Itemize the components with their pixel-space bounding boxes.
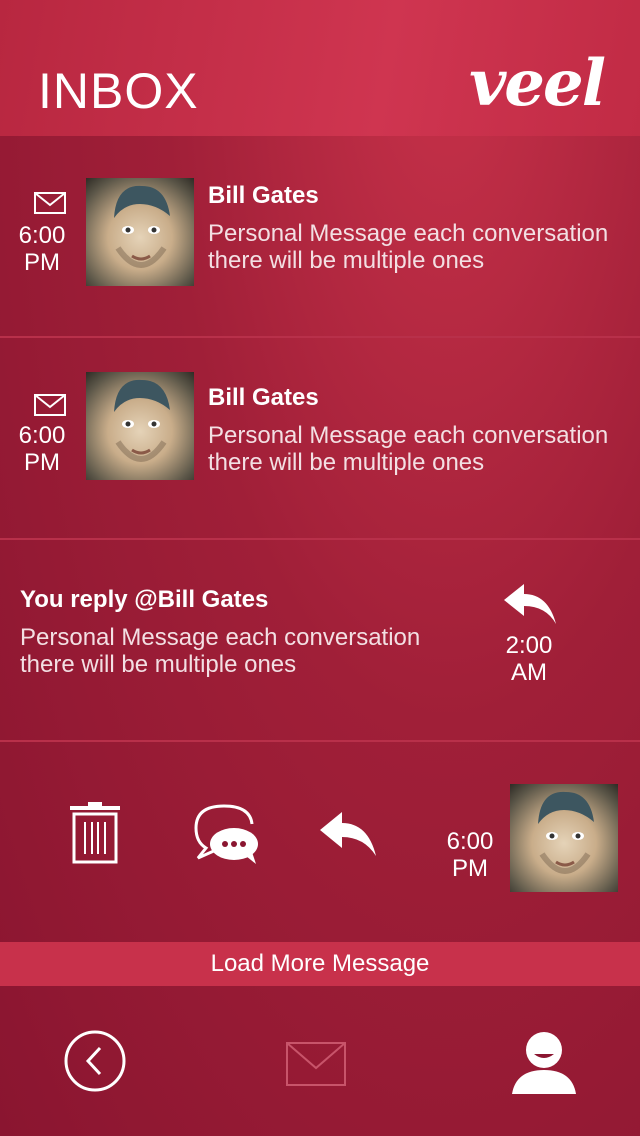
envelope-icon: [34, 192, 66, 214]
reply-icon: [504, 584, 556, 624]
reply-title: You reply @Bill Gates: [20, 586, 269, 613]
message-preview: Personal Message each conversation there…: [208, 220, 609, 274]
message-preview: Personal Message each conversation there…: [208, 422, 609, 476]
message-time: 6:00 PM: [18, 422, 66, 476]
reply-icon[interactable]: [318, 812, 376, 856]
message-row[interactable]: 6:00 PM Bill Gates Personal Message each…: [0, 136, 640, 338]
message-time: 6:00 PM: [18, 222, 66, 276]
face-illustration: [114, 185, 170, 268]
avatar[interactable]: [86, 372, 194, 480]
reply-row[interactable]: You reply @Bill Gates Personal Message e…: [0, 540, 640, 742]
message-sender: Bill Gates: [208, 182, 319, 209]
face-illustration: [538, 791, 594, 874]
app-logo: veel: [469, 46, 606, 121]
page-title: INBOX: [38, 63, 199, 119]
message-row[interactable]: 6:00 PM Bill Gates Personal Message each…: [0, 338, 640, 540]
trash-icon[interactable]: [70, 802, 120, 864]
message-actions-row: 6:00 PM: [0, 742, 640, 940]
back-icon[interactable]: [64, 1030, 126, 1092]
chat-bubbles-icon[interactable]: [194, 802, 260, 864]
reply-preview: Personal Message each conversation there…: [20, 624, 421, 678]
profile-icon[interactable]: [512, 1030, 576, 1094]
header: INBOX veel: [0, 0, 640, 136]
mail-icon[interactable]: [286, 1042, 346, 1086]
reply-time: 2:00 AM: [505, 632, 553, 686]
avatar[interactable]: [86, 178, 194, 286]
face-illustration: [114, 379, 170, 462]
message-sender: Bill Gates: [208, 384, 319, 411]
envelope-icon: [34, 394, 66, 416]
message-time: 6:00 PM: [446, 828, 494, 882]
avatar[interactable]: [510, 784, 618, 892]
load-more-button[interactable]: Load More Message: [0, 942, 640, 986]
